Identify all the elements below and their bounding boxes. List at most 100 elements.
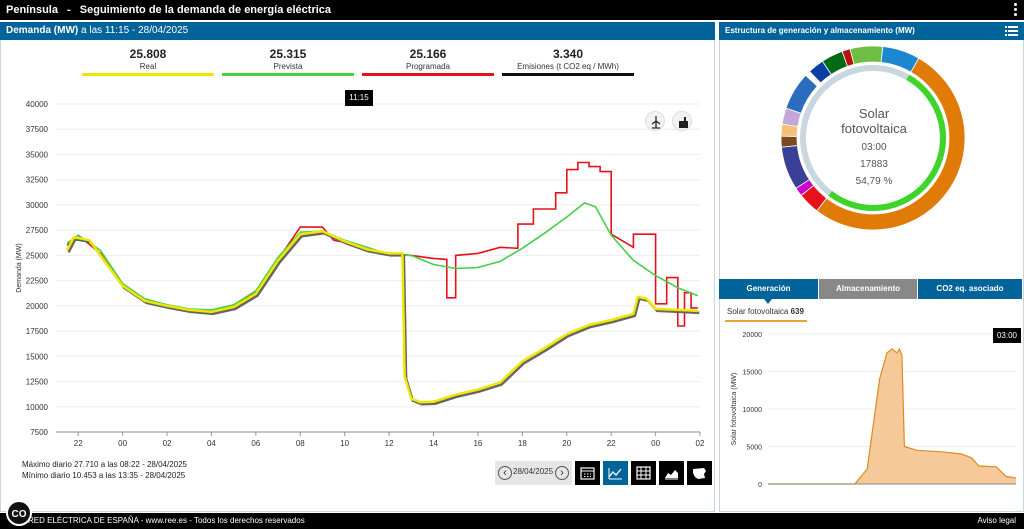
kpi-real-color-bar xyxy=(82,73,214,76)
kpi-prevista-value: 25.315 xyxy=(269,47,307,61)
prev-day-button[interactable]: ‹ xyxy=(498,466,512,480)
y-tick-label: 35000 xyxy=(26,150,49,159)
solar-y-tick-label: 5000 xyxy=(746,445,762,452)
kpi-prevista-color-bar xyxy=(222,73,354,76)
series-line-real[interactable] xyxy=(65,229,698,404)
donut-center-time: 03:00 xyxy=(861,142,887,153)
donut-slice[interactable] xyxy=(849,45,884,65)
solar-legend: Solar fotovoltaica 639 xyxy=(727,307,804,316)
y-tick-label: 22500 xyxy=(26,277,49,286)
kpi-real[interactable]: 25.808 Real xyxy=(82,47,214,76)
tab-almacenamiento[interactable]: Almacenamiento xyxy=(819,279,917,299)
y-tick-label: 30000 xyxy=(26,201,49,210)
series-line-prevista[interactable] xyxy=(66,201,699,311)
solar-y-axis-label: Solar fotovoltaica (MW) xyxy=(731,373,738,446)
kpi-real-value: 25.808 xyxy=(129,47,167,61)
page-title: Seguimiento de la demanda de energía elé… xyxy=(79,4,332,16)
demand-header-label: Demanda (MW) xyxy=(6,25,79,36)
kpi-programada[interactable]: 25.166 Programada xyxy=(362,47,494,76)
x-tick-label: 02 xyxy=(696,439,705,448)
y-tick-label: 15000 xyxy=(26,352,49,361)
cookie-settings-button[interactable]: CO xyxy=(6,500,32,526)
x-tick-label: 10 xyxy=(340,439,349,448)
daily-stats: Máximo diario 27.710 a las 08:22 - 28/04… xyxy=(22,459,187,481)
kpi-prevista[interactable]: 25.315 Prevista xyxy=(222,47,354,76)
x-tick-label: 22 xyxy=(74,439,83,448)
daily-max: Máximo diario 27.710 a las 08:22 - 28/04… xyxy=(22,460,187,469)
list-menu-icon[interactable] xyxy=(1005,25,1018,37)
title-separator: - xyxy=(67,4,71,16)
kebab-menu-icon[interactable] xyxy=(1014,2,1018,18)
x-tick-label: 18 xyxy=(518,439,527,448)
x-tick-label: 14 xyxy=(429,439,438,448)
generation-header: Estructura de generación y almacenamient… xyxy=(719,22,1024,40)
donut-slice[interactable] xyxy=(780,135,798,148)
x-tick-label: 02 xyxy=(163,439,172,448)
x-tick-label: 12 xyxy=(385,439,394,448)
x-tick-label: 00 xyxy=(651,439,660,448)
donut-center-info: Solar fotovoltaica 03:00 17883 54,79 % xyxy=(819,106,929,187)
solar-time-tooltip: 03:00 xyxy=(993,328,1021,343)
table-icon[interactable] xyxy=(631,461,656,485)
x-tick-label: 08 xyxy=(296,439,305,448)
factory-icon[interactable] xyxy=(672,111,692,131)
x-tick-label: 22 xyxy=(607,439,616,448)
demand-header: Demanda (MW) a las 11:15 - 28/04/2025 xyxy=(0,22,715,40)
donut-center-name-line2: fotovoltaica xyxy=(841,121,907,136)
x-tick-label: 16 xyxy=(473,439,482,448)
kpi-emisiones-value: 3.340 xyxy=(552,47,584,61)
y-tick-label: 17500 xyxy=(26,327,49,336)
kpi-programada-value: 25.166 xyxy=(409,47,447,61)
line-chart-icon[interactable] xyxy=(603,461,628,485)
wind-turbine-icon[interactable] xyxy=(645,111,665,131)
area-chart-icon[interactable] xyxy=(659,461,684,485)
solar-y-tick-label: 20000 xyxy=(743,332,763,339)
generation-header-title: Estructura de generación y almacenamient… xyxy=(725,26,915,35)
donut-center-name-line1: Solar xyxy=(858,106,890,121)
legal-notice-link[interactable]: Aviso legal xyxy=(977,513,1016,529)
y-axis-label: Demanda (MW) xyxy=(16,243,23,292)
y-tick-label: 12500 xyxy=(26,378,49,387)
footer: RED ELÉCTRICA DE ESPAÑA - www.ree.es - T… xyxy=(0,513,1024,529)
generation-tabs: Generación Almacenamiento CO2 eq. asocia… xyxy=(719,279,1022,304)
calendar-icon[interactable] xyxy=(575,461,600,485)
spain-map-icon[interactable] xyxy=(687,461,712,485)
y-tick-label: 40000 xyxy=(26,100,49,109)
y-tick-label: 7500 xyxy=(30,428,48,437)
next-day-button[interactable]: › xyxy=(555,466,569,480)
solar-area-chart[interactable]: 20000 15000 10000 5000 0 Solar fotovoltaica (… xyxy=(720,326,1022,494)
demand-header-time: a las 11:15 - 28/04/2025 xyxy=(81,25,189,36)
x-tick-label: 04 xyxy=(207,439,216,448)
kpi-programada-color-bar xyxy=(362,73,494,76)
solar-legend-color-bar xyxy=(725,320,807,322)
kpi-real-label: Real xyxy=(139,62,157,71)
y-tick-label: 25000 xyxy=(26,251,49,260)
region-label: Península xyxy=(6,4,58,16)
kpi-emisiones[interactable]: 3.340 Emisiones (t CO2 eq / MWh) xyxy=(502,47,634,76)
x-tick-label: 20 xyxy=(562,439,571,448)
solar-legend-name: Solar fotovoltaica xyxy=(727,307,789,316)
tab-co2[interactable]: CO2 eq. asociado xyxy=(918,279,1022,299)
y-tick-label: 32500 xyxy=(26,176,49,185)
tab-generacion[interactable]: Generación xyxy=(719,279,818,299)
top-bar: Península - Seguimiento de la demanda de… xyxy=(0,0,1024,20)
kpi-programada-label: Programada xyxy=(405,62,451,71)
series-real-shadow xyxy=(67,231,700,406)
kpi-prevista-label: Prevista xyxy=(273,62,303,71)
y-tick-label: 20000 xyxy=(26,302,49,311)
solar-y-tick-label: 0 xyxy=(758,482,762,489)
donut-center-percent: 54,79 % xyxy=(855,176,893,187)
solar-area-fill xyxy=(768,349,1016,484)
date-value[interactable]: 28/04/2025 xyxy=(513,467,553,476)
footer-copyright: RED ELÉCTRICA DE ESPAÑA - www.ree.es - T… xyxy=(28,516,305,525)
active-tab-pointer xyxy=(764,299,772,304)
solar-legend-value: 639 xyxy=(790,307,804,316)
time-tooltip: 11:15 xyxy=(345,90,373,106)
solar-y-tick-label: 10000 xyxy=(743,407,763,414)
demand-chart[interactable]: 40000 37500 35000 32500 30000 27500 25000 22500… xyxy=(0,86,715,456)
x-tick-label: 06 xyxy=(251,439,260,448)
date-picker[interactable]: ‹ 28/04/2025 › xyxy=(495,461,572,485)
kpi-emisiones-label: Emisiones (t CO2 eq / MWh) xyxy=(517,62,619,71)
kpi-emisiones-color-bar xyxy=(502,73,634,76)
series-line-programada[interactable] xyxy=(66,161,698,327)
